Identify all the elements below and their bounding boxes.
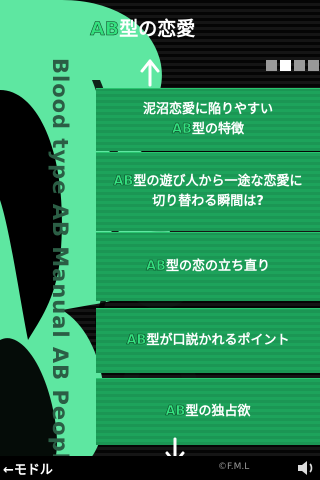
menu-item-text: 型の特徴 — [191, 122, 244, 137]
menu-item[interactable]: AB型の遊び人から一途な恋愛に切り替わる瞬間は? — [96, 152, 320, 231]
title-suffix: 型の恋愛 — [119, 18, 196, 40]
speaker-icon[interactable] — [295, 458, 317, 478]
blood-type-label: AB — [165, 404, 186, 420]
page-indicator — [266, 60, 319, 71]
page-title: AB型の恋愛 — [90, 14, 195, 41]
menu-item-line: AB型の特徴 — [143, 120, 273, 140]
back-button[interactable]: ←モドル — [3, 459, 53, 478]
blood-type-label: AB — [113, 174, 134, 190]
page-dot — [294, 60, 305, 71]
copyright-text: ©F.M.L — [218, 462, 250, 472]
page-dot — [280, 60, 291, 71]
menu-item[interactable]: AB型の独占欲 — [96, 378, 320, 445]
blood-type-label: AB — [146, 259, 166, 275]
page-dot — [308, 60, 319, 71]
menu-item-text: 型の独占欲 — [185, 404, 251, 419]
menu-item-line: 切り替わる瞬間は? — [114, 192, 303, 212]
menu-item-line: 泥沼恋愛に陥りやすい — [143, 100, 273, 120]
page-dot — [266, 60, 277, 71]
blood-type-label: AB — [171, 122, 192, 138]
menu-item-text: 泥沼恋愛に陥りやすい — [142, 102, 273, 117]
blood-type-label: AB — [126, 333, 147, 349]
menu-item[interactable]: AB型が口説かれるポイント — [96, 308, 320, 373]
menu-item-text: 切り替わる瞬間は? — [152, 194, 264, 209]
menu-item-line: AB型が口説かれるポイント — [126, 331, 290, 351]
menu-item-text: 型の遊び人から一途な恋愛に — [133, 174, 303, 189]
arrow-up-icon[interactable] — [135, 58, 165, 88]
menu-item[interactable]: AB型の恋の立ち直り — [96, 232, 320, 301]
menu-item-text: 型が口説かれるポイント — [146, 333, 290, 348]
menu-item-line: AB型の独占欲 — [165, 402, 251, 422]
menu-item-text: 型の恋の立ち直り — [165, 259, 270, 274]
menu-item[interactable]: 泥沼恋愛に陥りやすい AB型の特徴 — [96, 88, 320, 151]
side-vertical-text: Blood type AB Manual AB People — [48, 58, 72, 477]
menu-item-line: AB型の恋の立ち直り — [146, 257, 270, 277]
menu-item-line: AB型の遊び人から一途な恋愛に — [113, 172, 303, 192]
title-ab: AB — [90, 18, 120, 41]
